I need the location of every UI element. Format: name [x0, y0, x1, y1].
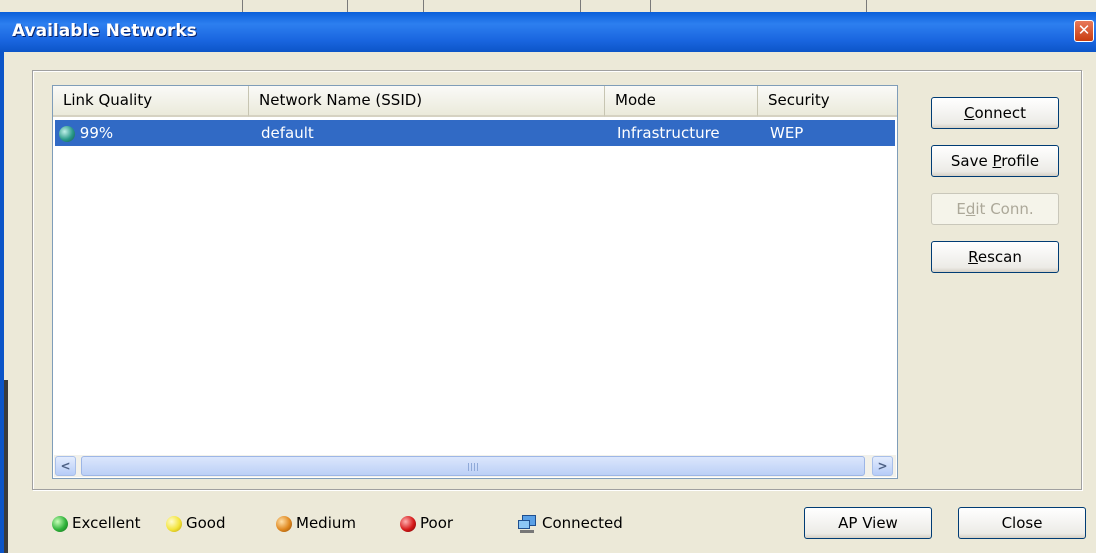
ssid-cell: default — [261, 124, 314, 142]
link-quality-value: 99% — [79, 124, 114, 142]
security-cell: WEP — [770, 124, 804, 142]
column-header-ssid[interactable]: Network Name (SSID) — [249, 86, 605, 117]
connected-network-icon — [518, 514, 538, 533]
connect-accel-key: C — [963, 104, 975, 122]
save-profile-accel-key: P — [992, 152, 1002, 170]
rescan-accel-key: R — [968, 248, 978, 266]
good-signal-icon — [166, 515, 182, 532]
edit-conn-accel-key: d — [965, 200, 976, 218]
rescan-button[interactable]: Rescan — [931, 241, 1059, 273]
legend-excellent-label: Excellent — [72, 514, 141, 532]
legend-poor: Poor — [400, 514, 453, 538]
network-list[interactable]: Link Quality Network Name (SSID) Mode Se… — [52, 85, 898, 479]
window-title: Available Networks — [12, 21, 197, 41]
scroll-thumb[interactable] — [81, 456, 865, 476]
medium-signal-icon — [276, 515, 292, 532]
edit-conn-label-post: it Conn. — [975, 200, 1034, 218]
window-frame-shadow — [4, 380, 8, 553]
legend-good: Good — [166, 514, 226, 538]
list-header: Link Quality Network Name (SSID) Mode Se… — [53, 86, 897, 117]
legend-excellent: Excellent — [52, 514, 141, 538]
legend-connected: Connected — [518, 514, 623, 538]
table-row[interactable]: 99% default Infrastructure WEP — [55, 120, 895, 146]
legend-poor-label: Poor — [420, 514, 454, 532]
edit-conn-label-pre: E — [956, 200, 966, 218]
rescan-label-post: escan — [977, 248, 1022, 266]
grip-icon — [468, 463, 480, 471]
legend-good-label: Good — [186, 514, 226, 532]
scroll-right-button[interactable]: > — [872, 456, 893, 476]
close-button[interactable]: Close — [958, 507, 1086, 539]
connect-label-post: onnect — [974, 104, 1027, 122]
save-profile-label-pre: Save — [950, 152, 993, 170]
horizontal-scrollbar[interactable]: < > — [54, 455, 896, 477]
mode-cell: Infrastructure — [617, 124, 720, 142]
title-bar[interactable]: Available Networks ✕ — [0, 12, 1096, 52]
poor-signal-icon — [400, 515, 416, 532]
icon-part — [520, 529, 534, 533]
legend-connected-label: Connected — [542, 514, 623, 532]
background-divider — [580, 0, 581, 12]
save-profile-label-post: rofile — [1001, 152, 1040, 170]
column-header-mode[interactable]: Mode — [605, 86, 758, 117]
legend-medium-label: Medium — [296, 514, 356, 532]
legend-medium: Medium — [276, 514, 356, 538]
icon-part — [518, 519, 530, 529]
ap-view-button[interactable]: AP View — [804, 507, 932, 539]
link-quality-cell: 99% — [59, 124, 113, 142]
excellent-signal-icon — [52, 515, 68, 532]
background-divider — [866, 0, 867, 12]
background-divider — [650, 0, 651, 12]
edit-conn-button[interactable]: Edit Conn. — [931, 193, 1059, 225]
column-header-link-quality[interactable]: Link Quality — [53, 86, 249, 117]
scroll-left-button[interactable]: < — [55, 456, 76, 476]
background-divider — [423, 0, 424, 12]
connect-button[interactable]: Connect — [931, 97, 1059, 129]
background-divider — [242, 0, 243, 12]
background-divider — [347, 0, 348, 12]
close-icon[interactable]: ✕ — [1074, 20, 1094, 42]
column-header-security[interactable]: Security — [758, 86, 897, 117]
signal-excellent-icon — [59, 125, 75, 142]
save-profile-button[interactable]: Save Profile — [931, 145, 1059, 177]
